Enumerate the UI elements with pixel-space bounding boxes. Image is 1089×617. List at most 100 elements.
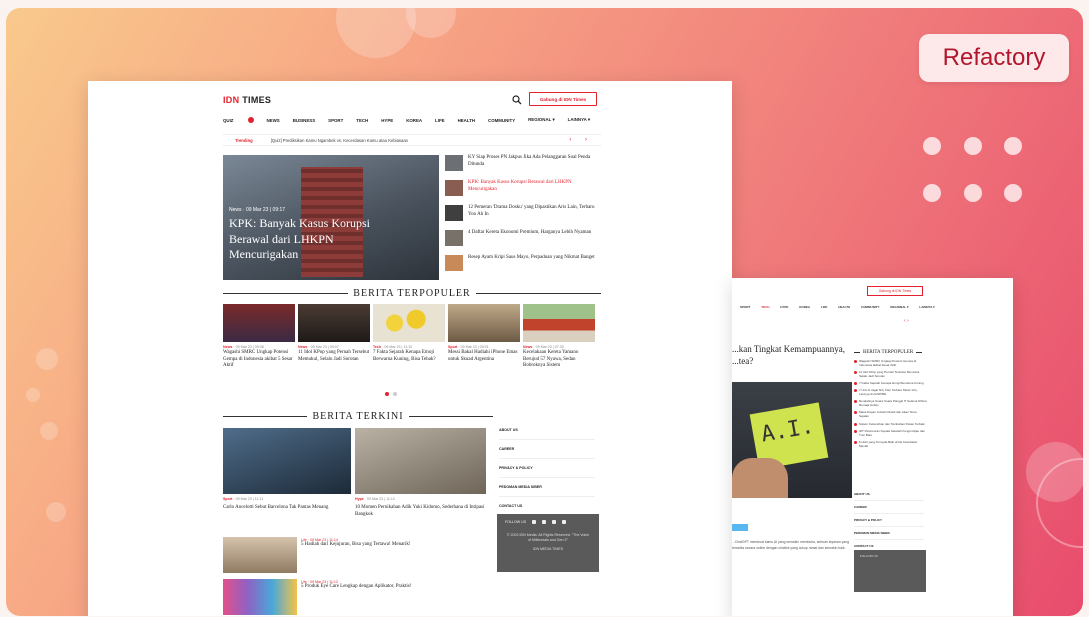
search-icon[interactable]: [512, 95, 522, 105]
main-nav: QUIZ NEWS BUSINESS SPORT TECH HYPE KOREA…: [223, 117, 603, 123]
list-item[interactable]: 4 Daftar Kereta Ekonomi Premium, Hargany…: [445, 230, 601, 254]
nav-item[interactable]: NEWS: [267, 117, 280, 123]
footer-link[interactable]: PEDOMAN MEDIA SIBER: [854, 527, 924, 540]
footer-link[interactable]: PEDOMAN MEDIA SIBER: [499, 478, 595, 497]
refactory-badge: Refactory: [919, 34, 1069, 82]
thumbnail: [445, 205, 463, 221]
decor-dot: [1004, 137, 1022, 155]
list-item[interactable]: KY Siap Proses PN Jakpus Jika Ada Pelang…: [445, 155, 601, 179]
side-news-list: KY Siap Proses PN Jakpus Jika Ada Pelang…: [445, 155, 601, 280]
list-item[interactable]: Life · 09 Mar 23 | 11:14 5 Hadiah dari K…: [223, 537, 411, 573]
latest-title[interactable]: 10 Momen Pernikahan Adik Yuki Kidomo, Se…: [355, 505, 486, 518]
nav-item[interactable]: REGIONAL ▾: [528, 117, 555, 123]
hero-title: KPK: Banyak Kasus Korupsi Berawal dari L…: [229, 216, 370, 262]
footer-link[interactable]: ABOUT US: [499, 421, 595, 440]
trending-arrows-icon[interactable]: ‹ ›: [569, 137, 593, 143]
nav-item[interactable]: LAINNYA ▾: [568, 117, 590, 123]
decor-bubble: [36, 348, 58, 370]
facebook-icon[interactable]: [532, 520, 537, 524]
nav-item[interactable]: REGIONAL ▾: [890, 305, 908, 309]
nav-item[interactable]: KOREA: [406, 117, 422, 123]
popular-card[interactable]: News · 09 Mar 23 | 09:08 Wagashi SMRC Un…: [223, 304, 295, 370]
list-item[interactable]: Resep Ayam Kripi Saus Mayo, Perpaduan ya…: [445, 255, 601, 279]
nav-item[interactable]: HYPE: [780, 305, 788, 309]
nav-item-quiz[interactable]: QUIZ: [223, 117, 254, 123]
site-logo[interactable]: IDN TIMES: [223, 95, 271, 105]
trending-text[interactable]: [Quiz] Prediksikan Kamu Ngambek vs. Kece…: [271, 138, 408, 143]
nav-item[interactable]: TECH: [356, 117, 368, 123]
list-item[interactable]: IDT Peluncuran Kepala Sekolah Fungsi Hij…: [854, 429, 927, 437]
popular-heading: BERITA TERPOPULER: [223, 288, 602, 299]
promo-background: Refactory IDN TIMES Gabung di IDN Times …: [6, 8, 1083, 616]
decor-bubble: [336, 8, 416, 58]
footer-box: FOLLOW US: [854, 550, 926, 592]
nav-item[interactable]: LIFE: [435, 117, 445, 123]
hero-article[interactable]: News · 09 Mar 23 | 09:17 KPK: Banyak Kas…: [223, 155, 439, 280]
article-body: ...ChatGPT membuat kamu AI yang semakin …: [732, 540, 849, 550]
list-item[interactable]: 7 Fakta Sejarah Kenapa Emoji Berwarna Ku…: [854, 381, 927, 386]
tag-chip[interactable]: [732, 524, 748, 531]
list-item[interactable]: 11 Idol KPop yang Pernah Tersebut Memuku…: [854, 370, 927, 378]
copyright: © 2023 IDN Media. All Rights Reserved. "…: [506, 533, 590, 551]
nav-item[interactable]: LIFE: [821, 305, 828, 309]
latest-heading: BERITA TERKINI: [223, 411, 494, 422]
popular-card[interactable]: News · 09 Mar 23 | 09:07 11 Idol KPop ya…: [298, 304, 370, 370]
nav-item[interactable]: HEALTH: [458, 117, 475, 123]
nav-item[interactable]: SPORT: [328, 117, 343, 123]
article-image: A.I.: [732, 382, 852, 498]
card-image: [298, 304, 370, 342]
decor-bubble: [40, 422, 58, 440]
thumbnail: [223, 579, 297, 615]
idn-times-homepage: IDN TIMES Gabung di IDN Times QUIZ NEWS …: [88, 81, 732, 616]
list-item[interactable]: Rendahnya Suara Suara Panggil IT Selama …: [854, 399, 927, 407]
list-item[interactable]: Sistem Kebersihan dan Tambahan Pekan Ter…: [854, 422, 927, 426]
decor-dot: [923, 184, 941, 202]
instagram-icon[interactable]: [542, 520, 547, 524]
article-nav: SPORT TECH HYPE KOREA LIFE HEALTH COMMUN…: [740, 305, 945, 309]
footer-link[interactable]: PRIVACY & POLICY: [499, 459, 595, 478]
card-image: [523, 304, 595, 342]
popular-card[interactable]: Tech · 09 Mar 23 | 11:10 7 Fakta Sejarah…: [373, 304, 445, 370]
popular-card[interactable]: Sport · 09 Mar 23 | 09:01 Messi Bakal Ha…: [448, 304, 520, 370]
footer-link[interactable]: ABOUT US: [854, 488, 924, 501]
list-item[interactable]: 7 Unit di Jagat Nih, Fitur Terbaru Music…: [854, 388, 927, 396]
carousel-arrows-icon[interactable]: ‹ ›: [904, 318, 909, 324]
list-item[interactable]: 12 Pemeran 'Drama Dosku' yang Dipastikan…: [445, 205, 601, 229]
trending-label: Trending: [235, 137, 253, 143]
nav-item[interactable]: KOREA: [799, 305, 810, 309]
nav-item[interactable]: COMMUNITY: [488, 117, 515, 123]
thumbnail: [445, 255, 463, 271]
list-item[interactable]: Wagashi SMRC Ungkap Potensi Gempa di Ind…: [854, 359, 927, 367]
list-item[interactable]: 5 Hobi yang Ternyata Baik untuk Kesehata…: [854, 440, 927, 448]
join-button[interactable]: Gabung di IDN Times: [529, 92, 597, 106]
footer-links: ABOUT US CAREER PRIVACY & POLICY PEDOMAN…: [854, 488, 924, 553]
join-button[interactable]: Gabung di IDN Times: [867, 286, 923, 296]
thumbnail: [445, 230, 463, 246]
popular-card[interactable]: News · 09 Mar 23 | 07:30 Kecelakaan Kere…: [523, 304, 595, 370]
latest-image[interactable]: [355, 428, 486, 494]
nav-item[interactable]: HYPE: [381, 117, 393, 123]
youtube-icon[interactable]: [552, 520, 557, 524]
footer-link[interactable]: CAREER: [854, 501, 924, 514]
follow-us: FOLLOW US: [505, 520, 591, 524]
nav-item[interactable]: BUSINESS: [293, 117, 315, 123]
footer-box: FOLLOW US © 2023 IDN Media. All Rights R…: [497, 514, 599, 572]
footer-link[interactable]: CAREER: [499, 440, 595, 459]
list-item[interactable]: Life · 09 Mar 23 | 11:13 5 Produk Eye Ca…: [223, 579, 411, 615]
twitter-icon[interactable]: [562, 520, 567, 524]
nav-item[interactable]: SPORT: [740, 305, 750, 309]
nav-item[interactable]: HEALTH: [838, 305, 850, 309]
nav-item[interactable]: LAINNYA ▾: [919, 305, 934, 309]
decor-bubble: [406, 8, 456, 38]
nav-item[interactable]: COMMUNITY: [861, 305, 880, 309]
latest-image[interactable]: [223, 428, 351, 494]
list-item[interactable]: Masa Depan Industri Musik dan Akan Terus…: [854, 410, 927, 418]
decor-dot: [964, 137, 982, 155]
list-item[interactable]: KPK: Banyak Kasus Korupsi Berawal dari L…: [445, 180, 601, 204]
carousel-dots[interactable]: [385, 392, 397, 396]
footer-links: ABOUT US CAREER PRIVACY & POLICY PEDOMAN…: [499, 421, 595, 516]
latest-title[interactable]: Carlo Ancelotti Sebut Barcelona Tak Pant…: [223, 505, 351, 512]
nav-item[interactable]: TECH: [761, 305, 769, 309]
card-image: [373, 304, 445, 342]
footer-link[interactable]: PRIVACY & POLICY: [854, 514, 924, 527]
